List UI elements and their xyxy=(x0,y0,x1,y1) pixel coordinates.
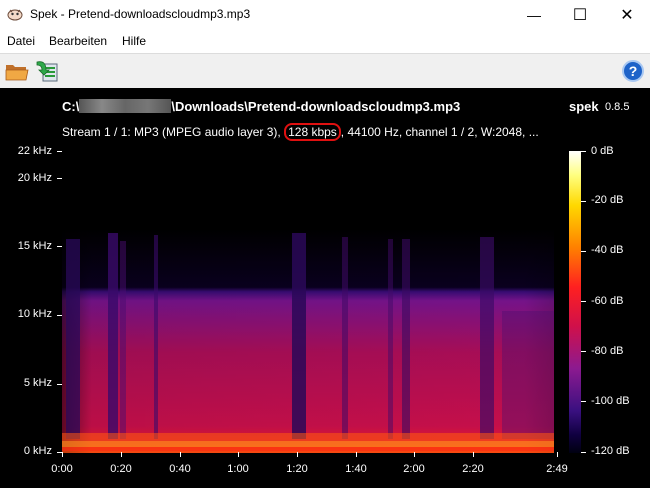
db-tick-label: -80 dB xyxy=(591,345,624,357)
spek-app-icon xyxy=(7,9,23,21)
db-tick xyxy=(581,401,586,402)
db-tick xyxy=(581,201,586,202)
path-rest: \Downloads\Pretend-downloadscloudmp3.mp3 xyxy=(171,99,461,114)
path-drive: C:\ xyxy=(62,99,80,114)
x-tick-label: 0:20 xyxy=(110,463,132,475)
app-name: spek xyxy=(569,99,599,114)
db-colorbar xyxy=(569,151,581,453)
x-tick-label: 1:40 xyxy=(345,463,367,475)
db-tick xyxy=(581,251,586,252)
db-tick-label: 0 dB xyxy=(591,145,614,157)
db-tick xyxy=(581,301,586,302)
spectrogram xyxy=(62,151,558,453)
stream-info-prefix: Stream 1 / 1: MP3 (MPEG audio layer 3), xyxy=(62,125,285,139)
x-tick-label: 2:49 xyxy=(546,463,568,475)
file-path: C:\ \Downloads\Pretend-downloadscloudmp3.… xyxy=(62,99,460,114)
toolbar: ? xyxy=(0,53,650,88)
menu-bar: Datei Bearbeiten Hilfe xyxy=(0,30,650,52)
x-tick-label: 0:00 xyxy=(51,463,73,475)
y-tick-label: 0 kHz xyxy=(23,445,52,457)
help-button[interactable]: ? xyxy=(622,60,644,82)
db-tick-label: -100 dB xyxy=(591,395,630,407)
stream-info-suffix: , 44100 Hz, channel 1 / 2, W:2048, ... xyxy=(340,125,539,139)
close-icon: ✕ xyxy=(620,7,634,24)
db-tick-label: -120 dB xyxy=(591,445,630,457)
minimize-button[interactable]: — xyxy=(511,0,557,30)
spectrogram-bright-bass xyxy=(62,433,554,453)
y-tick-label: 20 kHz xyxy=(17,172,52,184)
x-tick xyxy=(180,452,181,457)
x-tick xyxy=(297,452,298,457)
stream-info: Stream 1 / 1: MP3 (MPEG audio layer 3), … xyxy=(62,123,539,141)
window-title: Spek - Pretend-downloadscloudmp3.mp3 xyxy=(30,7,251,21)
x-tick xyxy=(557,452,558,457)
x-tick xyxy=(356,452,357,457)
y-tick-label: 15 kHz xyxy=(17,240,52,252)
close-button[interactable]: ✕ xyxy=(604,0,650,30)
x-tick-label: 1:00 xyxy=(227,463,249,475)
spectrogram-viewer: C:\ \Downloads\Pretend-downloadscloudmp3.… xyxy=(0,88,650,488)
x-tick xyxy=(414,452,415,457)
db-tick xyxy=(581,151,586,152)
db-tick-label: -20 dB xyxy=(591,194,624,206)
x-tick-label: 2:00 xyxy=(403,463,425,475)
x-tick-label: 1:20 xyxy=(286,463,308,475)
x-tick xyxy=(121,452,122,457)
y-tick-label: 10 kHz xyxy=(17,308,52,320)
save-image-icon[interactable] xyxy=(34,58,60,84)
title-bar: Spek - Pretend-downloadscloudmp3.mp3 — ☐… xyxy=(0,0,650,30)
db-tick-label: -60 dB xyxy=(591,295,624,307)
db-tick xyxy=(581,351,586,352)
bitrate-highlight: 128 kbps xyxy=(284,123,341,141)
x-tick xyxy=(238,452,239,457)
folder-open-icon[interactable] xyxy=(4,58,30,84)
maximize-icon: ☐ xyxy=(572,7,588,24)
x-tick xyxy=(473,452,474,457)
y-tick-label: 22 kHz xyxy=(17,145,52,157)
x-tick xyxy=(62,452,63,457)
minimize-icon: — xyxy=(527,7,541,23)
x-tick-label: 2:20 xyxy=(462,463,484,475)
redacted-username xyxy=(79,99,172,113)
y-tick-label: 5 kHz xyxy=(23,377,52,389)
menu-bearbeiten[interactable]: Bearbeiten xyxy=(49,34,107,48)
x-tick-label: 0:40 xyxy=(169,463,191,475)
menu-hilfe[interactable]: Hilfe xyxy=(122,34,146,48)
app-version: 0.8.5 xyxy=(605,101,630,113)
maximize-button[interactable]: ☐ xyxy=(557,0,603,30)
db-tick xyxy=(581,452,586,453)
menu-datei[interactable]: Datei xyxy=(7,34,35,48)
db-tick-label: -40 dB xyxy=(591,244,624,256)
